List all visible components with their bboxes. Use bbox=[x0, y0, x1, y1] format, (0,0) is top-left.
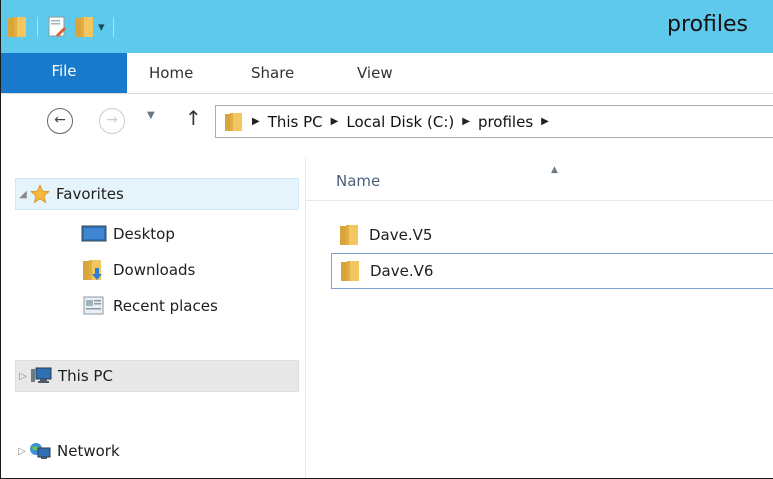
column-header-name[interactable]: ▲ Name bbox=[306, 158, 773, 201]
explorer-window: ▾ profiles File Home Share View ← → ▼ ↑ … bbox=[0, 0, 773, 479]
folder-icon[interactable] bbox=[7, 15, 29, 39]
star-icon bbox=[30, 184, 50, 204]
folder-icon bbox=[224, 111, 244, 133]
nav-downloads[interactable]: Downloads bbox=[81, 254, 195, 286]
nav-recent-places[interactable]: Recent places bbox=[81, 290, 218, 322]
downloads-icon bbox=[81, 258, 107, 282]
network-icon bbox=[29, 441, 51, 461]
properties-icon[interactable] bbox=[46, 15, 68, 39]
nav-desktop-label: Desktop bbox=[113, 225, 175, 243]
collapse-arrow-icon[interactable]: ◢ bbox=[16, 189, 30, 200]
navigation-pane: ◢ Favorites Desktop Downloads Recent pla… bbox=[1, 158, 305, 478]
nav-desktop[interactable]: Desktop bbox=[81, 218, 175, 250]
ribbon-tabs: File Home Share View bbox=[1, 53, 773, 94]
nav-favorites-label: Favorites bbox=[56, 185, 124, 203]
breadcrumb-this-pc[interactable]: This PC bbox=[268, 113, 323, 131]
nav-network-label: Network bbox=[57, 442, 120, 460]
nav-network[interactable]: ▷ Network bbox=[15, 435, 120, 467]
recent-locations-dropdown-icon[interactable]: ▼ bbox=[147, 110, 155, 121]
customize-arrow-icon[interactable]: ▾ bbox=[98, 20, 105, 35]
tab-share[interactable]: Share bbox=[251, 53, 294, 93]
column-header-label: Name bbox=[336, 172, 381, 190]
breadcrumb-chevron-icon[interactable]: ▶ bbox=[541, 116, 549, 127]
folder-icon bbox=[340, 259, 362, 283]
desktop-icon bbox=[81, 225, 107, 243]
breadcrumb-profiles[interactable]: profiles bbox=[478, 113, 533, 131]
up-arrow-icon[interactable]: ↑ bbox=[185, 106, 202, 130]
file-name: Dave.V6 bbox=[370, 262, 434, 280]
forward-button[interactable]: → bbox=[99, 108, 125, 134]
folder-icon bbox=[339, 223, 361, 247]
breadcrumb-chevron-icon[interactable]: ▶ bbox=[252, 116, 260, 127]
nav-downloads-label: Downloads bbox=[113, 261, 196, 279]
address-bar[interactable]: ▶ This PC ▶ Local Disk (C:) ▶ profiles ▶ bbox=[215, 105, 773, 138]
recent-places-icon bbox=[81, 294, 107, 318]
list-item-dave-v5[interactable]: Dave.V5 bbox=[331, 217, 773, 253]
expand-arrow-icon[interactable]: ▷ bbox=[16, 371, 30, 382]
quick-access-toolbar: ▾ bbox=[7, 13, 122, 41]
title-bar: ▾ profiles bbox=[1, 0, 773, 53]
nav-recent-places-label: Recent places bbox=[113, 297, 218, 315]
nav-this-pc-label: This PC bbox=[58, 367, 113, 385]
navigation-bar: ← → ▼ ↑ ▶ This PC ▶ Local Disk (C:) ▶ pr… bbox=[1, 94, 773, 156]
tab-file[interactable]: File bbox=[1, 53, 127, 93]
file-list: ▲ Name Dave.V5 Dave.V6 bbox=[306, 158, 773, 478]
breadcrumb-local-disk[interactable]: Local Disk (C:) bbox=[346, 113, 454, 131]
new-folder-icon[interactable] bbox=[74, 15, 96, 39]
back-button[interactable]: ← bbox=[47, 108, 73, 134]
file-name: Dave.V5 bbox=[369, 226, 433, 244]
breadcrumb-chevron-icon[interactable]: ▶ bbox=[462, 116, 470, 127]
tab-view[interactable]: View bbox=[357, 53, 393, 93]
nav-favorites[interactable]: ◢ Favorites bbox=[15, 178, 299, 210]
sort-ascending-icon: ▲ bbox=[551, 165, 558, 175]
list-item-dave-v6[interactable]: Dave.V6 bbox=[331, 253, 773, 289]
tab-home[interactable]: Home bbox=[149, 53, 193, 93]
window-title: profiles bbox=[667, 12, 748, 37]
nav-this-pc[interactable]: ▷ This PC bbox=[15, 360, 299, 392]
computer-icon bbox=[30, 366, 52, 386]
expand-arrow-icon[interactable]: ▷ bbox=[15, 446, 29, 457]
breadcrumb-chevron-icon[interactable]: ▶ bbox=[331, 116, 339, 127]
